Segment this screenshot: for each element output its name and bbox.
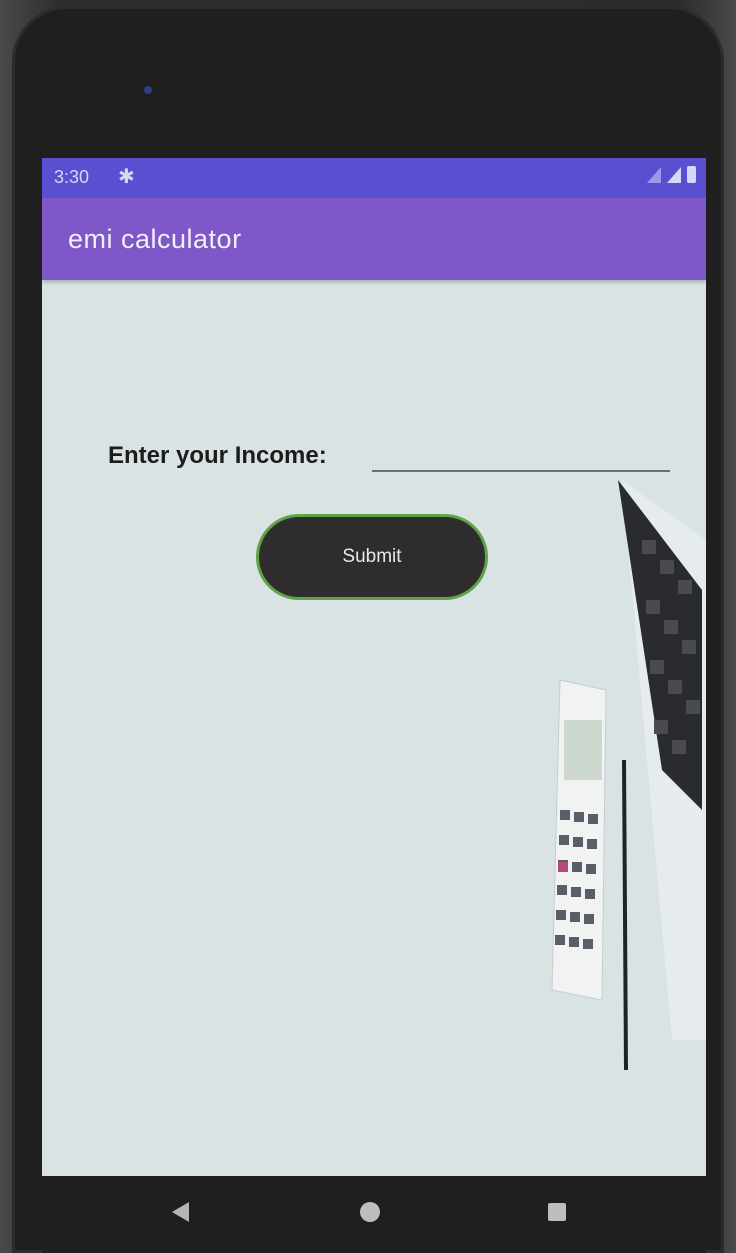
main-content: Enter your Income: Submit	[42, 280, 706, 1176]
laptop-calculator-photo	[551, 480, 706, 1071]
signal-icon	[667, 166, 681, 183]
status-time: 3:30	[54, 167, 90, 187]
pen	[622, 759, 628, 1071]
status-bar: 3:30 ✱	[42, 158, 706, 198]
recents-icon[interactable]	[548, 1203, 566, 1221]
app-title: emi calculator	[68, 224, 242, 254]
submit-button[interactable]: Submit	[256, 514, 488, 600]
income-label: Enter your Income:	[108, 442, 327, 469]
navigation-bar	[42, 1176, 706, 1253]
battery-icon	[687, 166, 696, 183]
home-icon[interactable]	[360, 1202, 380, 1222]
front-camera	[144, 86, 152, 94]
back-icon[interactable]	[172, 1202, 189, 1222]
app-bar: emi calculator	[42, 198, 706, 280]
calculator-key-accent	[558, 862, 568, 872]
income-input[interactable]	[372, 434, 670, 472]
status-indicators	[647, 166, 696, 183]
phone-screen: 3:30 ✱ emi calculator Enter your Income:…	[42, 158, 706, 1176]
gear-icon: ✱	[118, 166, 135, 188]
wifi-icon	[647, 166, 661, 183]
calculator-display	[564, 720, 602, 780]
